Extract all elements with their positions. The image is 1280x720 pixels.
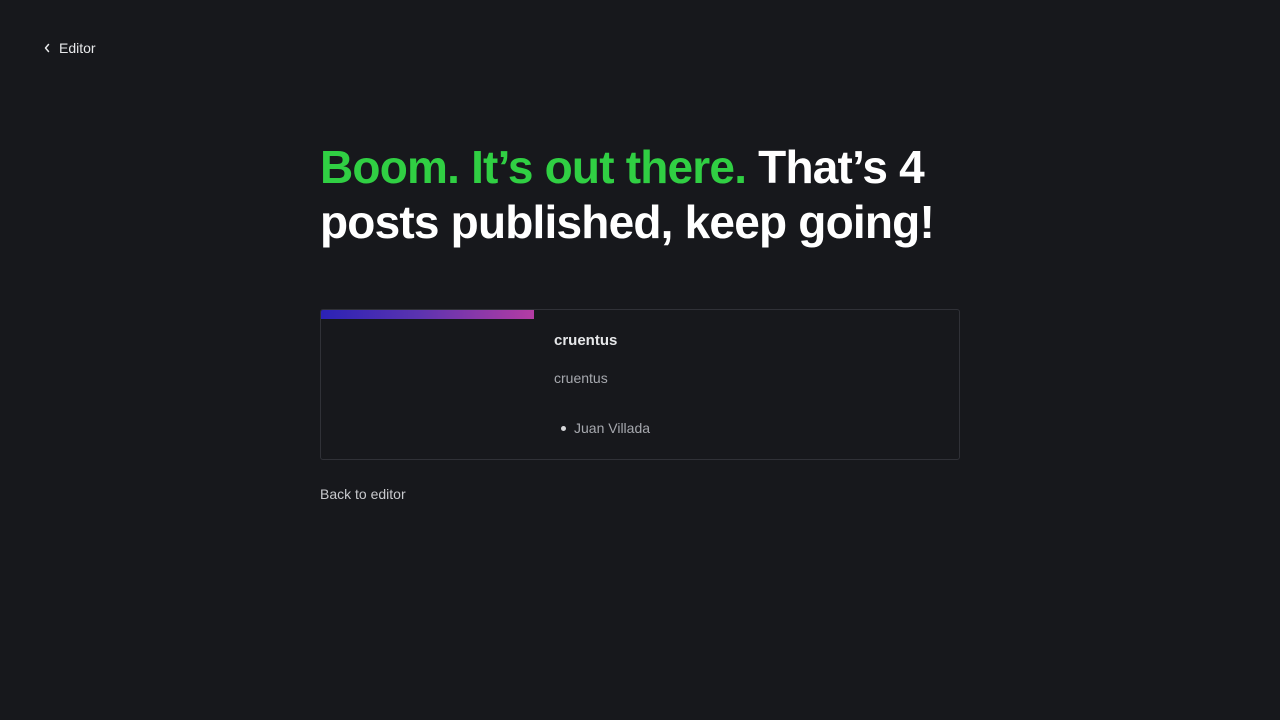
back-link-label: Editor xyxy=(59,40,96,56)
post-card-body: cruentus cruentus Juan Villada xyxy=(554,332,939,437)
publish-confirmation: Boom. It’s out there. That’s 4 posts pub… xyxy=(320,140,960,504)
author-name: Juan Villada xyxy=(574,420,651,436)
back-to-editor-link[interactable]: Editor xyxy=(43,38,96,58)
post-title: cruentus xyxy=(554,332,618,349)
chevron-left-icon xyxy=(43,43,51,53)
post-preview-card[interactable]: cruentus cruentus Juan Villada xyxy=(320,309,960,460)
back-to-editor-button[interactable]: Back to editor xyxy=(320,486,406,502)
page-headline: Boom. It’s out there. That’s 4 posts pub… xyxy=(320,140,980,250)
post-authors: Juan Villada xyxy=(554,419,939,437)
author-item: Juan Villada xyxy=(554,419,939,437)
headline-accent: Boom. It’s out there. xyxy=(320,141,747,193)
bullet-icon xyxy=(561,425,566,431)
feature-image-placeholder xyxy=(321,310,534,319)
post-excerpt: cruentus xyxy=(554,370,608,386)
